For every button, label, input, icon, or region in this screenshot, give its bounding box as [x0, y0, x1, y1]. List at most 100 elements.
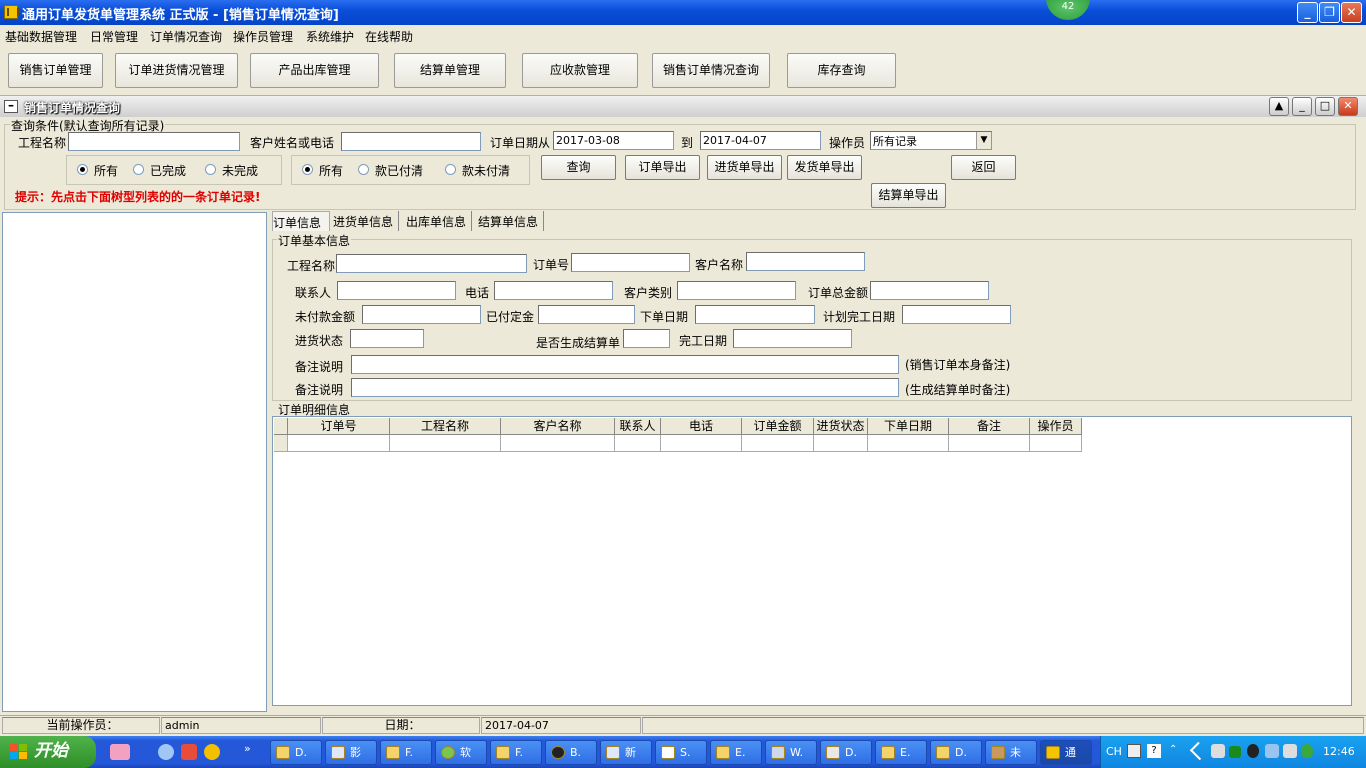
task-button[interactable]: D.	[820, 740, 872, 765]
status-undone-radio[interactable]	[205, 164, 216, 175]
tab-order-info[interactable]: 订单信息	[272, 211, 330, 231]
table-cell[interactable]	[949, 435, 1030, 452]
tab-outbound-info[interactable]: 出库单信息	[406, 211, 472, 231]
toolbar-product-outbound-button[interactable]: 产品出库管理	[250, 53, 379, 88]
minimize-button[interactable]: _	[1297, 2, 1318, 23]
plan-date-field[interactable]	[902, 305, 1011, 324]
order-date-field[interactable]	[695, 305, 815, 324]
expand-icon[interactable]: ⌃	[1169, 744, 1177, 755]
tray-network-icon[interactable]	[1265, 744, 1279, 758]
task-button[interactable]: 新	[600, 740, 652, 765]
customer-input[interactable]	[341, 132, 481, 151]
unpaid-field[interactable]	[362, 305, 481, 324]
total-amount-field[interactable]	[870, 281, 989, 300]
toolbar-sales-order-query-button[interactable]: 销售订单情况查询	[652, 53, 770, 88]
date-to-input[interactable]	[700, 131, 821, 150]
table-cell[interactable]	[615, 435, 661, 452]
remark1-field[interactable]	[351, 355, 899, 374]
toolbar-settlement-button[interactable]: 结算单管理	[394, 53, 506, 88]
table-cell[interactable]	[661, 435, 742, 452]
menu-operator[interactable]: 操作员管理	[233, 28, 293, 45]
task-button-active[interactable]: 通	[1040, 740, 1092, 765]
export-settlement-button[interactable]: 结算单导出	[871, 183, 946, 208]
back-button[interactable]: 返回	[951, 155, 1016, 180]
quicklaunch-ie-icon[interactable]	[158, 744, 174, 760]
keyboard-icon[interactable]	[1127, 744, 1141, 758]
order-no-field[interactable]	[571, 253, 690, 272]
grid-header-purchase-status[interactable]: 进货状态	[814, 418, 868, 435]
export-delivery-button[interactable]: 发货单导出	[787, 155, 862, 180]
collapse-icon[interactable]: –	[4, 99, 18, 113]
child-minimize-button[interactable]: _	[1292, 97, 1312, 116]
restore-button[interactable]: ❐	[1319, 2, 1340, 23]
task-button[interactable]: S.	[655, 740, 707, 765]
contact-field[interactable]	[337, 281, 456, 300]
row-indicator[interactable]	[274, 435, 288, 452]
toolbar-order-purchase-button[interactable]: 订单进货情况管理	[115, 53, 238, 88]
menu-order-query[interactable]: 订单情况查询	[150, 28, 222, 45]
task-button[interactable]: D.	[930, 740, 982, 765]
grid-header-order-no[interactable]: 订单号	[288, 418, 390, 435]
grid-header-project[interactable]: 工程名称	[390, 418, 501, 435]
tray-app-icon[interactable]	[1211, 744, 1225, 758]
phone-field[interactable]	[494, 281, 613, 300]
date-from-input[interactable]	[553, 131, 674, 150]
query-button[interactable]: 查询	[541, 155, 616, 180]
task-button[interactable]: D.	[270, 740, 322, 765]
grid-header-operator[interactable]: 操作员	[1030, 418, 1082, 435]
table-cell[interactable]	[814, 435, 868, 452]
gen-settle-field[interactable]	[623, 329, 670, 348]
finish-date-field[interactable]	[733, 329, 852, 348]
pay-paid-radio[interactable]	[358, 164, 369, 175]
export-purchase-button[interactable]: 进货单导出	[707, 155, 782, 180]
tab-purchase-info[interactable]: 进货单信息	[333, 211, 399, 231]
clock[interactable]: 12:46	[1323, 745, 1355, 758]
tray-green-icon[interactable]	[1229, 746, 1241, 758]
child-scroll-up-button[interactable]: ▲	[1269, 97, 1289, 116]
pay-all-radio[interactable]	[302, 164, 313, 175]
table-cell[interactable]	[868, 435, 949, 452]
task-button[interactable]: E.	[875, 740, 927, 765]
order-tree[interactable]	[2, 212, 267, 712]
table-cell[interactable]	[390, 435, 501, 452]
task-button[interactable]: 软	[435, 740, 487, 765]
close-button[interactable]: ✕	[1341, 2, 1362, 23]
window-title-bar[interactable]: 通用订单发货单管理系统 正式版 - [销售订单情况查询] _ ❐ ✕	[0, 0, 1366, 25]
grid-header-amount[interactable]: 订单金额	[742, 418, 814, 435]
table-cell[interactable]	[288, 435, 390, 452]
purchase-status-field[interactable]	[350, 329, 424, 348]
deposit-field[interactable]	[538, 305, 635, 324]
toolbar-sales-order-button[interactable]: 销售订单管理	[8, 53, 103, 88]
grid-header-customer[interactable]: 客户名称	[501, 418, 615, 435]
table-cell[interactable]	[501, 435, 615, 452]
task-button[interactable]: W.	[765, 740, 817, 765]
status-done-radio[interactable]	[133, 164, 144, 175]
chevron-down-icon[interactable]: ▼	[976, 132, 991, 149]
child-window-title-bar[interactable]: – 销售订单情况查询 ▲ _ □ ✕	[0, 95, 1366, 117]
table-cell[interactable]	[1030, 435, 1082, 452]
start-button[interactable]: 开始	[0, 736, 96, 768]
operator-select[interactable]: 所有记录 ▼	[870, 131, 992, 150]
child-maximize-button[interactable]: □	[1315, 97, 1335, 116]
pay-unpaid-radio[interactable]	[445, 164, 456, 175]
customer-type-field[interactable]	[677, 281, 796, 300]
shield-icon[interactable]	[1301, 744, 1313, 758]
project-name-input[interactable]	[68, 132, 240, 151]
task-button[interactable]: 未	[985, 740, 1037, 765]
grid-header-order-date[interactable]: 下单日期	[868, 418, 949, 435]
project-field[interactable]	[336, 254, 527, 273]
customer-name-field[interactable]	[746, 252, 865, 271]
status-all-radio[interactable]	[77, 164, 88, 175]
language-indicator[interactable]: CH	[1106, 745, 1122, 758]
menu-help[interactable]: 在线帮助	[365, 28, 413, 45]
export-order-button[interactable]: 订单导出	[625, 155, 700, 180]
task-button[interactable]: 影	[325, 740, 377, 765]
tray-app2-icon[interactable]	[1283, 744, 1297, 758]
order-detail-grid[interactable]: 订单号 工程名称 客户名称 联系人 电话 订单金额 进货状态 下单日期 备注 操…	[272, 416, 1352, 706]
quicklaunch-app-icon[interactable]	[110, 744, 130, 760]
task-button[interactable]: E.	[710, 740, 762, 765]
task-button[interactable]: F.	[490, 740, 542, 765]
grid-header-remark[interactable]: 备注	[949, 418, 1030, 435]
grid-header-phone[interactable]: 电话	[661, 418, 742, 435]
tab-settlement-info[interactable]: 结算单信息	[478, 211, 544, 231]
